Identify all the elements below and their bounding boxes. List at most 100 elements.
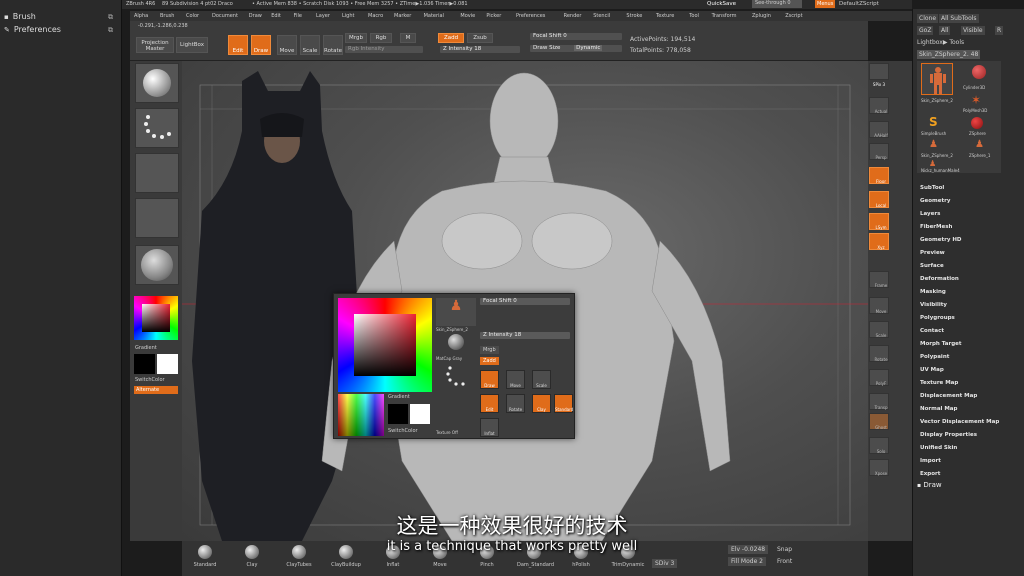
move-view-button[interactable]: Move: [869, 297, 889, 314]
palette-item-preferences[interactable]: ✎ Preferences: [4, 25, 61, 34]
frame-button[interactable]: Frame: [869, 271, 889, 288]
menu-texture[interactable]: Texture: [656, 13, 674, 19]
xpose-button[interactable]: Xpose: [869, 459, 889, 476]
popup-color-picker[interactable]: [338, 298, 432, 392]
focal-shift-slider[interactable]: Focal Shift 0: [530, 33, 622, 40]
menu-render[interactable]: Render: [564, 13, 582, 19]
pin-icon[interactable]: ⧉: [108, 26, 113, 35]
polyf-button[interactable]: PolyF: [869, 369, 889, 386]
menu-brush[interactable]: Brush: [160, 13, 174, 19]
primary-color-swatch[interactable]: [134, 354, 155, 374]
popup-inflat-button[interactable]: Inflat: [480, 418, 499, 437]
menu-uv-map[interactable]: UV Map: [920, 367, 944, 373]
clone-button[interactable]: Clone: [917, 14, 939, 23]
bpr-button[interactable]: [869, 63, 889, 80]
quicksave-button[interactable]: QuickSave: [707, 1, 736, 7]
popup-hue-picker[interactable]: [338, 394, 384, 436]
z-intensity-slider[interactable]: Z Intensity 18: [440, 46, 520, 53]
menu-transform[interactable]: Transform: [712, 13, 737, 19]
menu-vector-displacement-map[interactable]: Vector Displacement Map: [920, 419, 999, 425]
menu-layers[interactable]: Layers: [920, 211, 940, 217]
see-through-slider[interactable]: See-through 0: [752, 0, 802, 8]
r-button[interactable]: R: [995, 26, 1004, 35]
menu-material[interactable]: Material: [424, 13, 444, 19]
popup-zadd-button[interactable]: Zadd: [480, 357, 499, 365]
menu-export[interactable]: Export: [920, 471, 940, 477]
menu-morph-target[interactable]: Morph Target: [920, 341, 962, 347]
popup-clay-button[interactable]: Clay: [532, 394, 551, 413]
menu-zplugin[interactable]: Zplugin: [752, 13, 771, 19]
lightbox-button[interactable]: LightBox: [176, 37, 208, 53]
dynamic-toggle[interactable]: Dynamic: [574, 45, 603, 51]
menu-import[interactable]: Import: [920, 458, 941, 464]
draw-palette-header[interactable]: ▪ Draw: [917, 481, 1017, 491]
menu-unified-skin[interactable]: Unified Skin: [920, 445, 957, 451]
popup-material-thumb[interactable]: [442, 334, 470, 354]
brush-thumbnail[interactable]: [135, 63, 179, 103]
menu-contact[interactable]: Contact: [920, 328, 944, 334]
popup-switch-color[interactable]: SwitchColor: [388, 428, 418, 434]
solo-button[interactable]: Solo: [869, 437, 889, 454]
menu-stencil[interactable]: Stencil: [593, 13, 610, 19]
goz-button[interactable]: GoZ: [917, 26, 934, 35]
all-button[interactable]: All: [939, 26, 951, 35]
local-button[interactable]: Local: [869, 191, 889, 208]
popup-gradient-label[interactable]: Gradient: [388, 394, 410, 400]
current-tool-slider[interactable]: Skin_ZSphere_2. 48: [917, 50, 981, 59]
menu-picker[interactable]: Picker: [486, 13, 501, 19]
texture-thumbnail[interactable]: [135, 198, 179, 238]
alternate-button[interactable]: Alternate: [134, 386, 178, 394]
popup-brush-thumb[interactable]: ♟: [436, 298, 476, 326]
rotate-view-button[interactable]: Rotate: [869, 345, 889, 362]
popup-stroke-thumb[interactable]: [436, 364, 476, 390]
popup-primary-swatch[interactable]: [388, 404, 408, 424]
gradient-label[interactable]: Gradient: [135, 345, 157, 351]
m-button[interactable]: M: [400, 33, 416, 43]
menu-marker[interactable]: Marker: [394, 13, 411, 19]
rgb-button[interactable]: Rgb: [370, 33, 392, 43]
menu-zscript[interactable]: Zscript: [785, 13, 802, 19]
move-mode-button[interactable]: Move: [277, 35, 297, 55]
menu-visibility[interactable]: Visibility: [920, 302, 947, 308]
default-script-button[interactable]: DefaultZScript: [839, 1, 879, 7]
zadd-button[interactable]: Zadd: [438, 33, 464, 43]
fill-mode-slider[interactable]: Fill Mode 2: [728, 557, 766, 566]
popup-secondary-swatch[interactable]: [410, 404, 430, 424]
menus-button[interactable]: Menus: [815, 0, 836, 8]
menu-preferences[interactable]: Preferences: [516, 13, 545, 19]
pin-icon[interactable]: ⧉: [108, 13, 113, 22]
menu-polygroups[interactable]: Polygroups: [920, 315, 955, 321]
menu-color[interactable]: Color: [186, 13, 199, 19]
visible-button[interactable]: Visible: [961, 26, 985, 35]
draw-size-slider[interactable]: Draw Size Dynamic: [530, 45, 622, 52]
palette-item-brush[interactable]: ▪ Brush: [4, 12, 36, 21]
menu-file[interactable]: File: [294, 13, 302, 19]
switch-color-button[interactable]: SwitchColor: [135, 377, 165, 383]
persp-button[interactable]: Persp: [869, 143, 889, 160]
popup-scale-button[interactable]: Scale: [532, 370, 551, 389]
figure-small-icon[interactable]: ♟: [929, 159, 936, 168]
rgb-intensity-slider[interactable]: Rgb Intensity: [345, 46, 423, 53]
stroke-thumbnail[interactable]: [135, 108, 179, 148]
menu-polypaint[interactable]: Polypaint: [920, 354, 949, 360]
draw-mode-button[interactable]: Draw: [251, 35, 271, 55]
popup-rotate-button[interactable]: Rotate: [506, 394, 525, 413]
actual-button[interactable]: Actual: [869, 97, 889, 114]
menu-surface[interactable]: Surface: [920, 263, 944, 269]
menu-edit[interactable]: Edit: [271, 13, 281, 19]
sdiv-slider[interactable]: SDiv 3: [652, 559, 678, 568]
popup-draw-button[interactable]: Draw: [480, 370, 499, 389]
menu-masking[interactable]: Masking: [920, 289, 946, 295]
menu-draw[interactable]: Draw: [249, 13, 262, 19]
menu-preview[interactable]: Preview: [920, 250, 945, 256]
mrgb-button[interactable]: Mrgb: [345, 33, 367, 43]
figure-small-icon[interactable]: ♟: [975, 139, 984, 150]
menu-movie[interactable]: Movie: [460, 13, 475, 19]
ghost-button[interactable]: Ghost: [869, 413, 889, 430]
floor-button[interactable]: Floor: [869, 167, 889, 184]
zsub-button[interactable]: Zsub: [467, 33, 493, 43]
menu-macro[interactable]: Macro: [368, 13, 383, 19]
front-button[interactable]: Front: [777, 558, 792, 565]
menu-tool[interactable]: Tool: [689, 13, 699, 19]
menu-light[interactable]: Light: [342, 13, 354, 19]
